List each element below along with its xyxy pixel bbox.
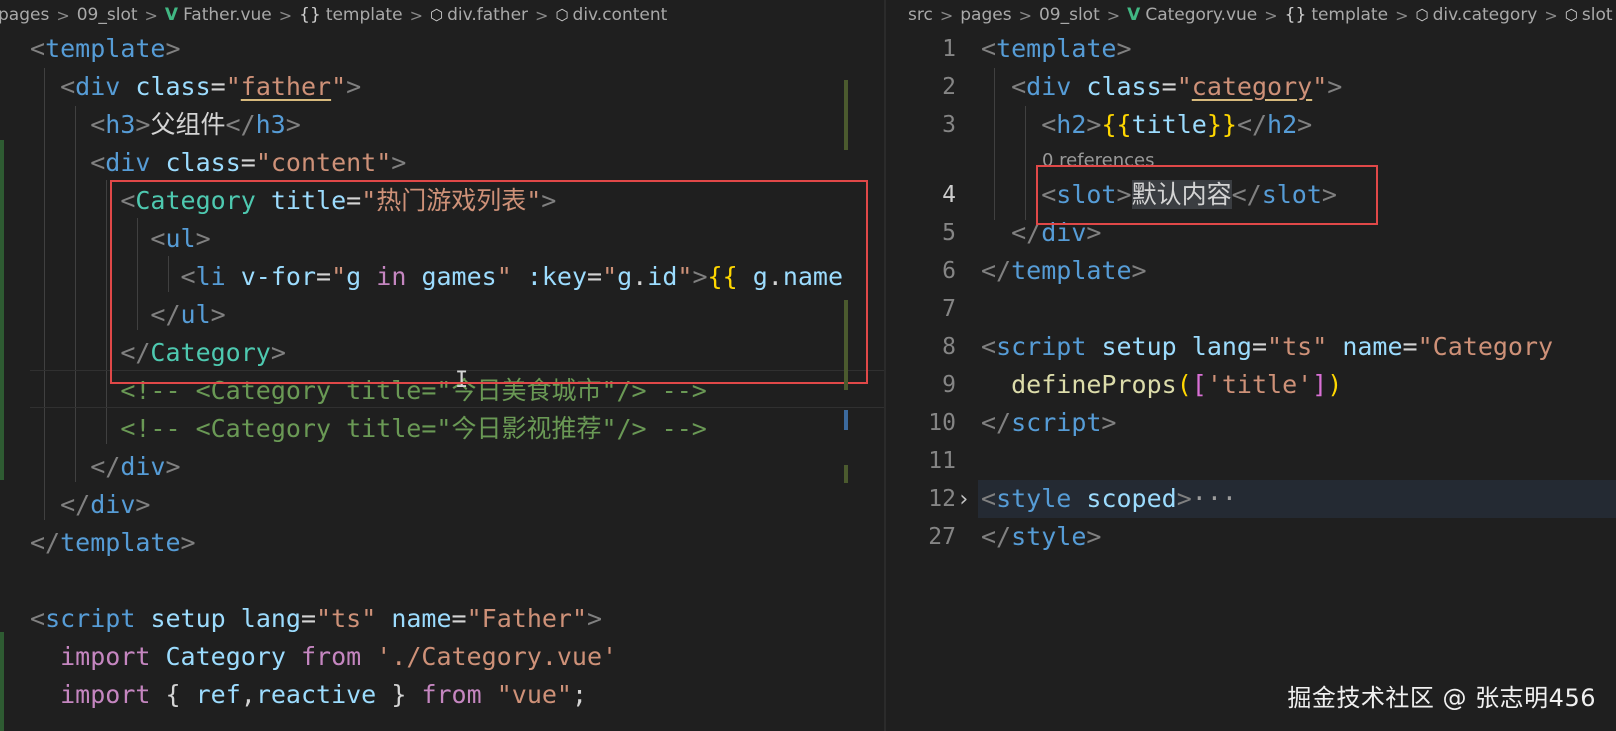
left-editor-pane[interactable]: pages > 09_slot > V Father.vue > {} templa… xyxy=(0,0,884,731)
code-line: <div class="father"> xyxy=(60,72,362,101)
breadcrumb-item[interactable]: 09_slot xyxy=(77,5,138,25)
code-line: </div> xyxy=(60,490,151,519)
breadcrumb-item[interactable]: pages xyxy=(0,5,49,25)
breadcrumb-chevron-icon: > xyxy=(1544,5,1558,25)
breadcrumb-chevron-icon: > xyxy=(144,5,158,25)
code-line: 12 <style scoped>··· xyxy=(928,484,1237,513)
breadcrumb-chevron-icon: > xyxy=(278,5,293,25)
vue-logo-icon: V xyxy=(1127,5,1141,25)
breadcrumb-chevron-icon: > xyxy=(409,5,423,25)
breadcrumb-chevron-icon: > xyxy=(1395,5,1409,25)
code-line: <!-- <Category title="今日影视推荐"/> --> xyxy=(120,414,707,443)
highlight-box-category-usage xyxy=(110,180,868,384)
breadcrumb-item[interactable]: ⬡ div.category xyxy=(1415,5,1537,25)
fold-chevron-icon[interactable]: › xyxy=(957,487,970,512)
code-line: 10 </script> xyxy=(928,408,1117,437)
code-line: 3 <h2>{{title}}</h2> xyxy=(942,110,1313,139)
braces-icon: {} xyxy=(1284,5,1307,25)
breadcrumb-item[interactable]: {} template xyxy=(299,5,402,25)
left-breadcrumb: pages > 09_slot > V Father.vue > {} templa… xyxy=(0,0,884,30)
breadcrumb-item[interactable]: src xyxy=(908,5,933,25)
breadcrumb-chevron-icon: > xyxy=(939,5,954,25)
breadcrumb-chevron-icon: > xyxy=(1018,5,1032,25)
code-line: <template> xyxy=(30,34,181,63)
code-line: <script setup lang="ts" name="Father"> xyxy=(30,604,603,633)
highlight-box-slot xyxy=(1036,165,1378,225)
folded-ellipsis[interactable]: ··· xyxy=(1192,484,1237,513)
right-code-area[interactable]: 1 <template> 2 <div class="category"> 3 <… xyxy=(886,30,1616,731)
code-line: 1 <template> xyxy=(942,34,1132,63)
code-line: 11 xyxy=(928,448,956,474)
code-line: 7 xyxy=(942,296,956,322)
breadcrumb-chevron-icon: > xyxy=(535,5,549,25)
code-line: <h3>父组件</h3> xyxy=(90,110,301,139)
watermark: 掘金技术社区 @ 张志明456 xyxy=(1287,684,1596,712)
cube-icon: ⬡ xyxy=(1564,6,1578,24)
breadcrumb-chevron-icon: > xyxy=(1264,5,1278,25)
code-line: </template> xyxy=(30,528,196,557)
breadcrumb-chevron-icon: > xyxy=(1106,5,1121,25)
code-line: import { ref,reactive } from "vue"; xyxy=(60,680,588,709)
breadcrumb-item[interactable]: {} template xyxy=(1285,5,1388,25)
breadcrumb-item[interactable]: ⬡ slot xyxy=(1565,5,1613,25)
breadcrumb-item[interactable]: ⬡ div.father xyxy=(430,5,528,25)
breadcrumb-item[interactable]: V Father.vue xyxy=(165,5,272,25)
cube-icon: ⬡ xyxy=(1415,6,1429,24)
vue-logo-icon: V xyxy=(164,5,179,25)
code-line: import Category from './Category.vue' xyxy=(60,642,618,671)
cube-icon: ⬡ xyxy=(429,6,444,24)
code-line: 9 defineProps(['title']) xyxy=(942,370,1343,399)
code-line: 2 <div class="category"> xyxy=(942,72,1343,101)
breadcrumb-item[interactable]: ⬡ div.content xyxy=(555,5,667,25)
code-line: 27 </style> xyxy=(928,522,1102,551)
code-line: </div> xyxy=(90,452,181,481)
right-breadcrumb: src > pages > 09_slot > V Category.vue > … xyxy=(908,0,1616,30)
cube-icon: ⬡ xyxy=(555,6,569,24)
breadcrumb-item[interactable]: 09_slot xyxy=(1039,5,1100,25)
code-line: 8 <script setup lang="ts" name="Category xyxy=(942,332,1554,361)
braces-icon: {} xyxy=(299,5,321,25)
code-line: 6 </template> xyxy=(942,256,1147,285)
breadcrumb-item[interactable]: V Category.vue xyxy=(1127,5,1257,25)
breadcrumb-chevron-icon: > xyxy=(56,5,70,25)
breadcrumb-item[interactable]: pages xyxy=(960,5,1011,25)
code-line: <div class="content"> xyxy=(90,148,407,177)
